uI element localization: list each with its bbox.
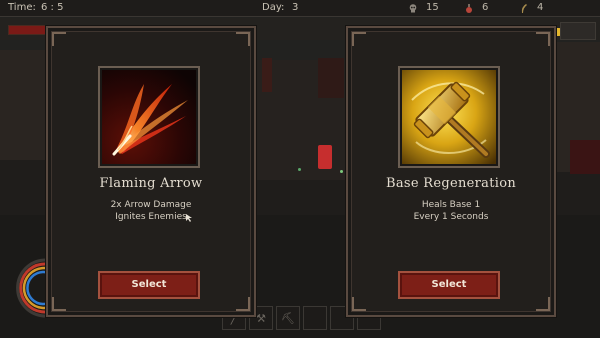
card-corner-ornament: [352, 297, 366, 311]
time-label: Time:: [8, 2, 36, 13]
mouse-cursor-icon: [186, 214, 192, 222]
skull-icon: [409, 3, 417, 12]
card-description-line: Ignites Enemies: [115, 212, 187, 222]
card-corner-ornament: [236, 297, 250, 311]
card-description: Heals Base 1 Every 1 Seconds: [348, 199, 554, 223]
potion-count: 6: [482, 2, 489, 13]
scene-red-object: [318, 145, 332, 169]
card-corner-ornament: [536, 32, 550, 46]
card-corner-ornament: [236, 32, 250, 46]
potion-counter: 6: [465, 0, 488, 16]
feather-counter: 4: [520, 0, 543, 16]
card-description-line: 2x Arrow Damage: [110, 200, 192, 210]
card-description: 2x Arrow Damage Ignites Enemies: [48, 199, 254, 223]
scene-green-dot: [298, 168, 301, 171]
card-description-line: Every 1 Seconds: [413, 212, 489, 222]
pickaxe-icon: ⛏: [281, 311, 295, 325]
feather-icon: [521, 3, 527, 13]
scene-roof: [318, 58, 344, 98]
card-corner-ornament: [352, 32, 366, 46]
day-label: Day:: [262, 2, 285, 13]
card-corner-ornament: [536, 297, 550, 311]
hammer-icon: [402, 70, 496, 164]
scene-red-crate: [570, 140, 600, 174]
day-value: 3: [292, 2, 299, 13]
feather-count: 4: [537, 2, 544, 13]
skull-counter: 15: [409, 0, 439, 16]
select-button-base-regeneration[interactable]: Select: [398, 271, 500, 299]
scene-green-dot: [340, 170, 343, 173]
time-value: 6 : 5: [41, 2, 64, 13]
select-button-flaming-arrow[interactable]: Select: [98, 271, 200, 299]
card-corner-ornament: [52, 297, 66, 311]
card-title: Base Regeneration: [385, 176, 516, 191]
card-description-line: Heals Base 1: [421, 200, 481, 210]
minimap[interactable]: [560, 22, 596, 40]
flaming-arrow-icon: [102, 70, 196, 164]
card-title: Flaming Arrow: [99, 176, 203, 191]
axe-icon: ⚒: [256, 311, 266, 325]
skull-count: 15: [426, 2, 439, 13]
card-corner-ornament: [52, 32, 66, 46]
upgrade-icon-frame: [398, 66, 500, 168]
upgrade-card-base-regeneration: Base Regeneration Heals Base 1 Every 1 S…: [346, 26, 556, 317]
hotbar-slot[interactable]: ⛏: [276, 306, 300, 330]
top-hud: Time: 6 : 5 Day: 3 15 6 4: [0, 0, 600, 17]
scene-building-left: [0, 50, 45, 160]
base-health-bar: [8, 25, 48, 35]
upgrade-icon-frame: [98, 66, 200, 168]
hotbar-slot[interactable]: [303, 306, 327, 330]
potion-icon: [466, 3, 472, 13]
scene-banner: [262, 58, 272, 92]
upgrade-card-flaming-arrow: Flaming Arrow 2x Arrow Damage Ignites En…: [46, 26, 256, 317]
